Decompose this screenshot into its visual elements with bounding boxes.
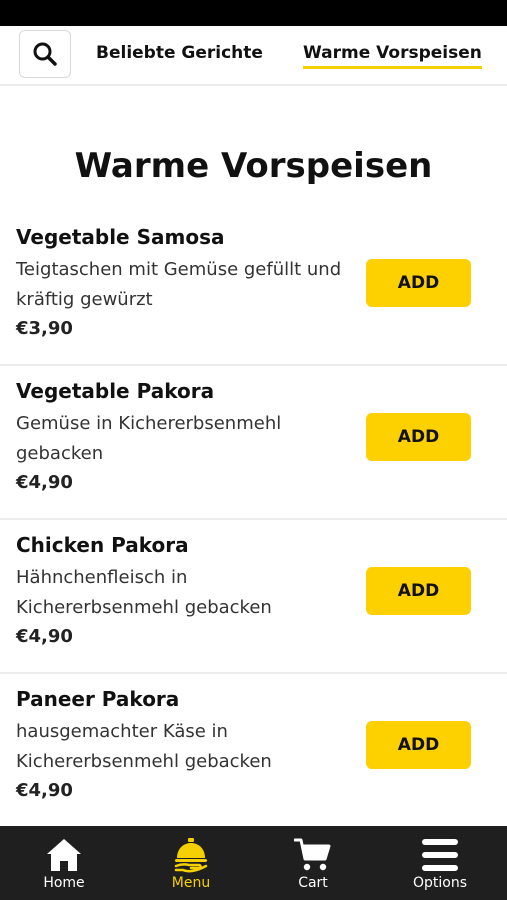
item-name: Chicken Pakora bbox=[16, 533, 189, 557]
tab-menu-label: Menu bbox=[171, 875, 211, 891]
tab-cart-label: Cart bbox=[298, 875, 328, 891]
item-price: €4,90 bbox=[16, 472, 73, 493]
menu-item: Vegetable Pakora Gemüse in Kichererbsenm… bbox=[0, 366, 507, 520]
section-title: Warme Vorspeisen bbox=[74, 146, 433, 186]
add-button[interactable]: ADD bbox=[366, 721, 471, 769]
tab-menu[interactable]: Menu bbox=[128, 826, 254, 900]
tab-warme-vorspeisen[interactable]: Warme Vorspeisen bbox=[303, 42, 482, 69]
item-name: Paneer Pakora bbox=[16, 687, 180, 711]
tab-home-label: Home bbox=[43, 875, 85, 891]
add-button[interactable]: ADD bbox=[366, 567, 471, 615]
search-icon bbox=[33, 42, 57, 66]
item-description: Teigtaschen mit Gemüse gefüllt und kräft… bbox=[16, 259, 342, 310]
tab-options[interactable]: Options bbox=[377, 826, 503, 900]
cloche-icon bbox=[173, 836, 209, 874]
menu-item: Vegetable Samosa Teigtaschen mit Gemüse … bbox=[0, 212, 507, 366]
item-description: Hähnchenfleisch in Kichererbsenmehl geba… bbox=[16, 567, 272, 618]
menu-item: Chicken Pakora Hähnchenfleisch in Kicher… bbox=[0, 520, 507, 674]
add-button[interactable]: ADD bbox=[366, 413, 471, 461]
tab-home[interactable]: Home bbox=[1, 826, 127, 900]
item-price: €4,90 bbox=[16, 780, 73, 801]
item-price: €3,90 bbox=[16, 318, 73, 339]
home-icon bbox=[45, 836, 83, 874]
item-price: €4,90 bbox=[16, 626, 73, 647]
item-name: Vegetable Pakora bbox=[16, 379, 215, 403]
category-nav: Beliebte Gerichte Warme Vorspeisen bbox=[0, 26, 507, 86]
item-description: hausgemachter Käse in Kichererbsenmehl g… bbox=[16, 721, 272, 772]
bottom-tab-bar: Home Menu Cart Options bbox=[0, 826, 507, 900]
item-name: Vegetable Samosa bbox=[16, 225, 225, 249]
tab-options-label: Options bbox=[412, 875, 468, 891]
tab-beliebte-gerichte[interactable]: Beliebte Gerichte bbox=[96, 42, 263, 64]
item-description: Gemüse in Kichererbsenmehl gebacken bbox=[16, 413, 282, 464]
hamburger-icon bbox=[421, 836, 459, 874]
cart-icon bbox=[294, 836, 332, 874]
search-button[interactable] bbox=[19, 30, 71, 78]
add-button[interactable]: ADD bbox=[366, 259, 471, 307]
menu-item: Paneer Pakora hausgemachter Käse in Kich… bbox=[0, 674, 507, 828]
menu-list: Vegetable Samosa Teigtaschen mit Gemüse … bbox=[0, 212, 507, 828]
status-bar bbox=[0, 0, 507, 26]
tab-cart[interactable]: Cart bbox=[250, 826, 376, 900]
